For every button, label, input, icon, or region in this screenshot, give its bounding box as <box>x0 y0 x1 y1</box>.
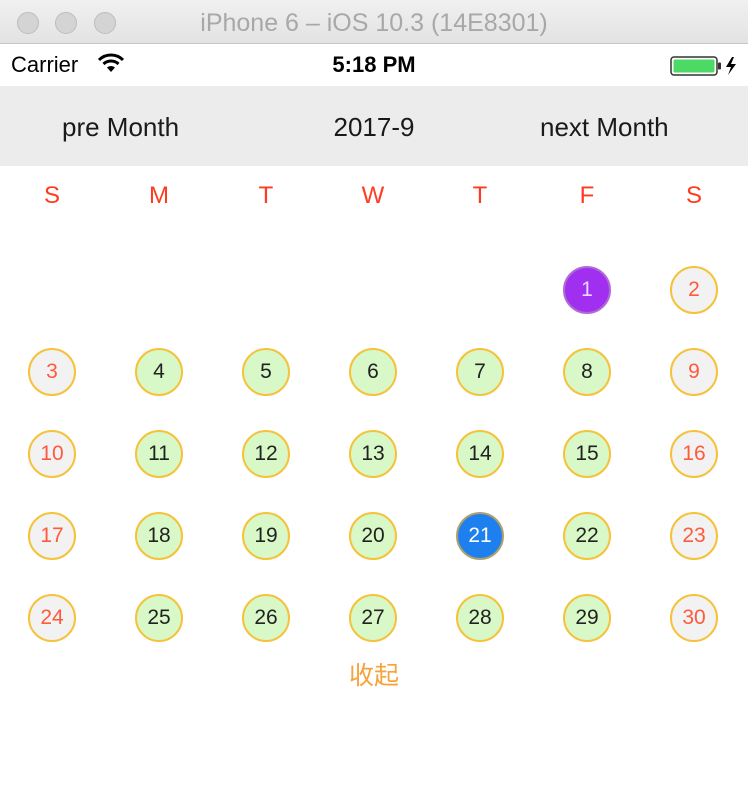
status-time: 5:18 PM <box>332 52 416 77</box>
day-cell-4[interactable]: 4 <box>135 348 183 396</box>
day-cell-12[interactable]: 12 <box>242 430 290 478</box>
day-cell-10[interactable]: 10 <box>28 430 76 478</box>
weekday-label: F <box>579 182 595 209</box>
day-cell-17[interactable]: 17 <box>28 512 76 560</box>
day-cell-23[interactable]: 23 <box>670 512 718 560</box>
day-cell-30[interactable]: 30 <box>670 594 718 642</box>
day-cell-26[interactable]: 26 <box>242 594 290 642</box>
day-cell-9[interactable]: 9 <box>670 348 718 396</box>
window-title: iPhone 6 – iOS 10.3 (14E8301) <box>200 9 548 37</box>
weekday-header: SMTWTFS <box>0 182 748 222</box>
day-cell-5[interactable]: 5 <box>242 348 290 396</box>
day-cell-7[interactable]: 7 <box>456 348 504 396</box>
day-cell-22[interactable]: 22 <box>563 512 611 560</box>
weekday-label: M <box>149 182 169 209</box>
window-titlebar: iPhone 6 – iOS 10.3 (14E8301) <box>0 0 748 44</box>
day-cell-21[interactable]: 21 <box>456 512 504 560</box>
day-cell-13[interactable]: 13 <box>349 430 397 478</box>
battery-charging-icon <box>670 56 736 76</box>
day-cell-8[interactable]: 8 <box>563 348 611 396</box>
day-cell-28[interactable]: 28 <box>456 594 504 642</box>
day-cell-16[interactable]: 16 <box>670 430 718 478</box>
month-navigation-bar: pre Month 2017-9 next Month <box>0 86 748 166</box>
day-cell-15[interactable]: 15 <box>563 430 611 478</box>
day-cell-25[interactable]: 25 <box>135 594 183 642</box>
day-cell-14[interactable]: 14 <box>456 430 504 478</box>
day-cell-6[interactable]: 6 <box>349 348 397 396</box>
weekday-label: T <box>472 182 488 209</box>
collapse-button[interactable]: 收起 <box>0 656 748 692</box>
day-cell-27[interactable]: 27 <box>349 594 397 642</box>
day-cell-2[interactable]: 2 <box>670 266 718 314</box>
day-cell-20[interactable]: 20 <box>349 512 397 560</box>
day-cell-1[interactable]: 1 <box>563 266 611 314</box>
day-cell-3[interactable]: 3 <box>28 348 76 396</box>
weekday-label: T <box>258 182 274 209</box>
weekday-label: S <box>685 182 702 209</box>
day-cell-18[interactable]: 18 <box>135 512 183 560</box>
day-cell-24[interactable]: 24 <box>28 594 76 642</box>
status-bar: Carrier 5:18 PM <box>0 44 748 86</box>
day-cell-11[interactable]: 11 <box>135 430 183 478</box>
day-cell-29[interactable]: 29 <box>563 594 611 642</box>
next-month-button[interactable]: next Month <box>540 112 669 143</box>
weekday-label: S <box>43 182 60 209</box>
day-cell-19[interactable]: 19 <box>242 512 290 560</box>
weekday-label: W <box>361 182 385 209</box>
